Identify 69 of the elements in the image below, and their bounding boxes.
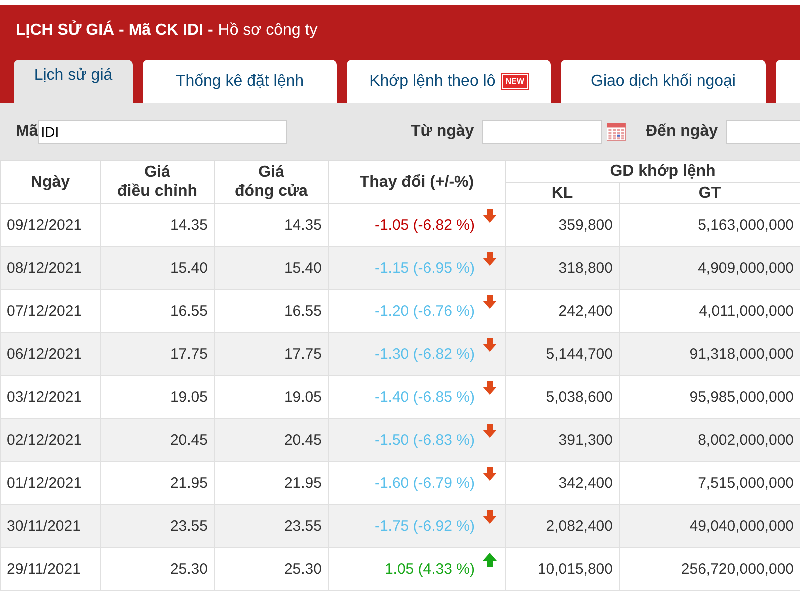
table-cell: 30/11/2021 <box>0 504 100 548</box>
table-cell: 20.45 <box>100 418 214 462</box>
table-cell: 95,985,000,000 <box>620 376 800 418</box>
table-cell: 19.05 <box>100 376 214 418</box>
change-value: -1.75 (-6.92 %) <box>374 518 475 534</box>
table-cell: 5,144,700 <box>506 332 620 376</box>
table-cell: 15.40 <box>100 246 214 290</box>
table-cell: 318,800 <box>506 246 620 290</box>
code-field[interactable]: IDI <box>38 120 288 144</box>
table-cell: 359,800 <box>506 204 620 246</box>
table-cell: 2,082,400 <box>506 504 620 548</box>
to-date-label: Đến ngày <box>646 122 718 140</box>
table-cell: 25.30 <box>100 548 214 590</box>
table-cell: 08/12/2021 <box>0 246 100 290</box>
from-date-field[interactable] <box>482 120 602 144</box>
table-cell: 5,163,000,000 <box>620 204 800 246</box>
table-cell: 5,038,600 <box>506 376 620 418</box>
table-cell: 09/12/2021 <box>0 204 100 246</box>
table-cell: 17.75 <box>214 332 328 376</box>
table-cell: 19.05 <box>214 376 328 418</box>
table-cell: 4,011,000,000 <box>620 290 800 332</box>
table-cell: 4,909,000,000 <box>620 246 800 290</box>
change-value: -1.40 (-6.85 %) <box>374 388 475 406</box>
page-title: LỊCH SỬ GIÁ - Mã CK IDI - Hồ sơ công ty <box>15 20 319 41</box>
table-cell: 03/12/2021 <box>0 376 100 418</box>
table-cell: 7,515,000,000 <box>620 462 800 504</box>
table-cell: 21.95 <box>214 462 328 504</box>
change-value: -1.20 (-6.76 %) <box>374 302 475 320</box>
change-value: -1.60 (-6.79 %) <box>374 474 475 492</box>
table-cell: 49,040,000,000 <box>620 504 800 548</box>
table-cell: 23.55 <box>100 504 214 548</box>
table-cell: 23.55 <box>214 504 328 548</box>
change-value: -1.05 (-6.82 %) <box>374 216 475 234</box>
new-badge: NEW <box>502 74 528 89</box>
table-cell: 15.40 <box>214 246 328 290</box>
tab[interactable]: Khớp lệnh theo lô NEW <box>347 60 551 103</box>
table-cell: 01/12/2021 <box>0 462 100 504</box>
table-cell: 242,400 <box>506 290 620 332</box>
table-cell: 342,400 <box>506 462 620 504</box>
table-cell: 14.35 <box>100 204 214 246</box>
table-cell: 17.75 <box>100 332 214 376</box>
table-cell: 29/11/2021 <box>0 548 100 590</box>
code-label: Mã <box>16 122 38 140</box>
column-header: Ngày <box>0 160 100 204</box>
table-cell: 14.35 <box>214 204 328 246</box>
table-cell: 25.30 <box>214 548 328 590</box>
column-header: Thay đổi (+/-%) <box>328 160 506 204</box>
table-cell: 16.55 <box>214 290 328 332</box>
calendar-icon[interactable] <box>607 122 626 142</box>
table-cell: 21.95 <box>100 462 214 504</box>
tab[interactable]: Lịch sử giá <box>14 60 133 103</box>
column-group-header: GD khớp lệnh <box>506 160 800 182</box>
from-date-label: Từ ngày <box>411 122 474 140</box>
table-cell: 10,015,800 <box>506 548 620 590</box>
table-cell: 256,720,000,000 <box>620 548 800 590</box>
table-cell: 8,002,000,000 <box>620 418 800 462</box>
tab[interactable]: Thống kê đặt lệnh <box>143 60 337 103</box>
table-cell: 07/12/2021 <box>0 290 100 332</box>
table-cell: 91,318,000,000 <box>620 332 800 376</box>
table-cell: 20.45 <box>214 418 328 462</box>
table-cell: 16.55 <box>100 290 214 332</box>
change-value: 1.05 (4.33 %) <box>384 560 475 578</box>
table-cell: 02/12/2021 <box>0 418 100 462</box>
change-value: -1.15 (-6.95 %) <box>374 260 475 276</box>
table-cell: 391,300 <box>506 418 620 462</box>
change-value: -1.30 (-6.82 %) <box>374 346 475 362</box>
change-value: -1.50 (-6.83 %) <box>374 432 475 448</box>
table-cell: 06/12/2021 <box>0 332 100 376</box>
tab[interactable]: Giao dịch khối ngoại <box>561 60 766 103</box>
